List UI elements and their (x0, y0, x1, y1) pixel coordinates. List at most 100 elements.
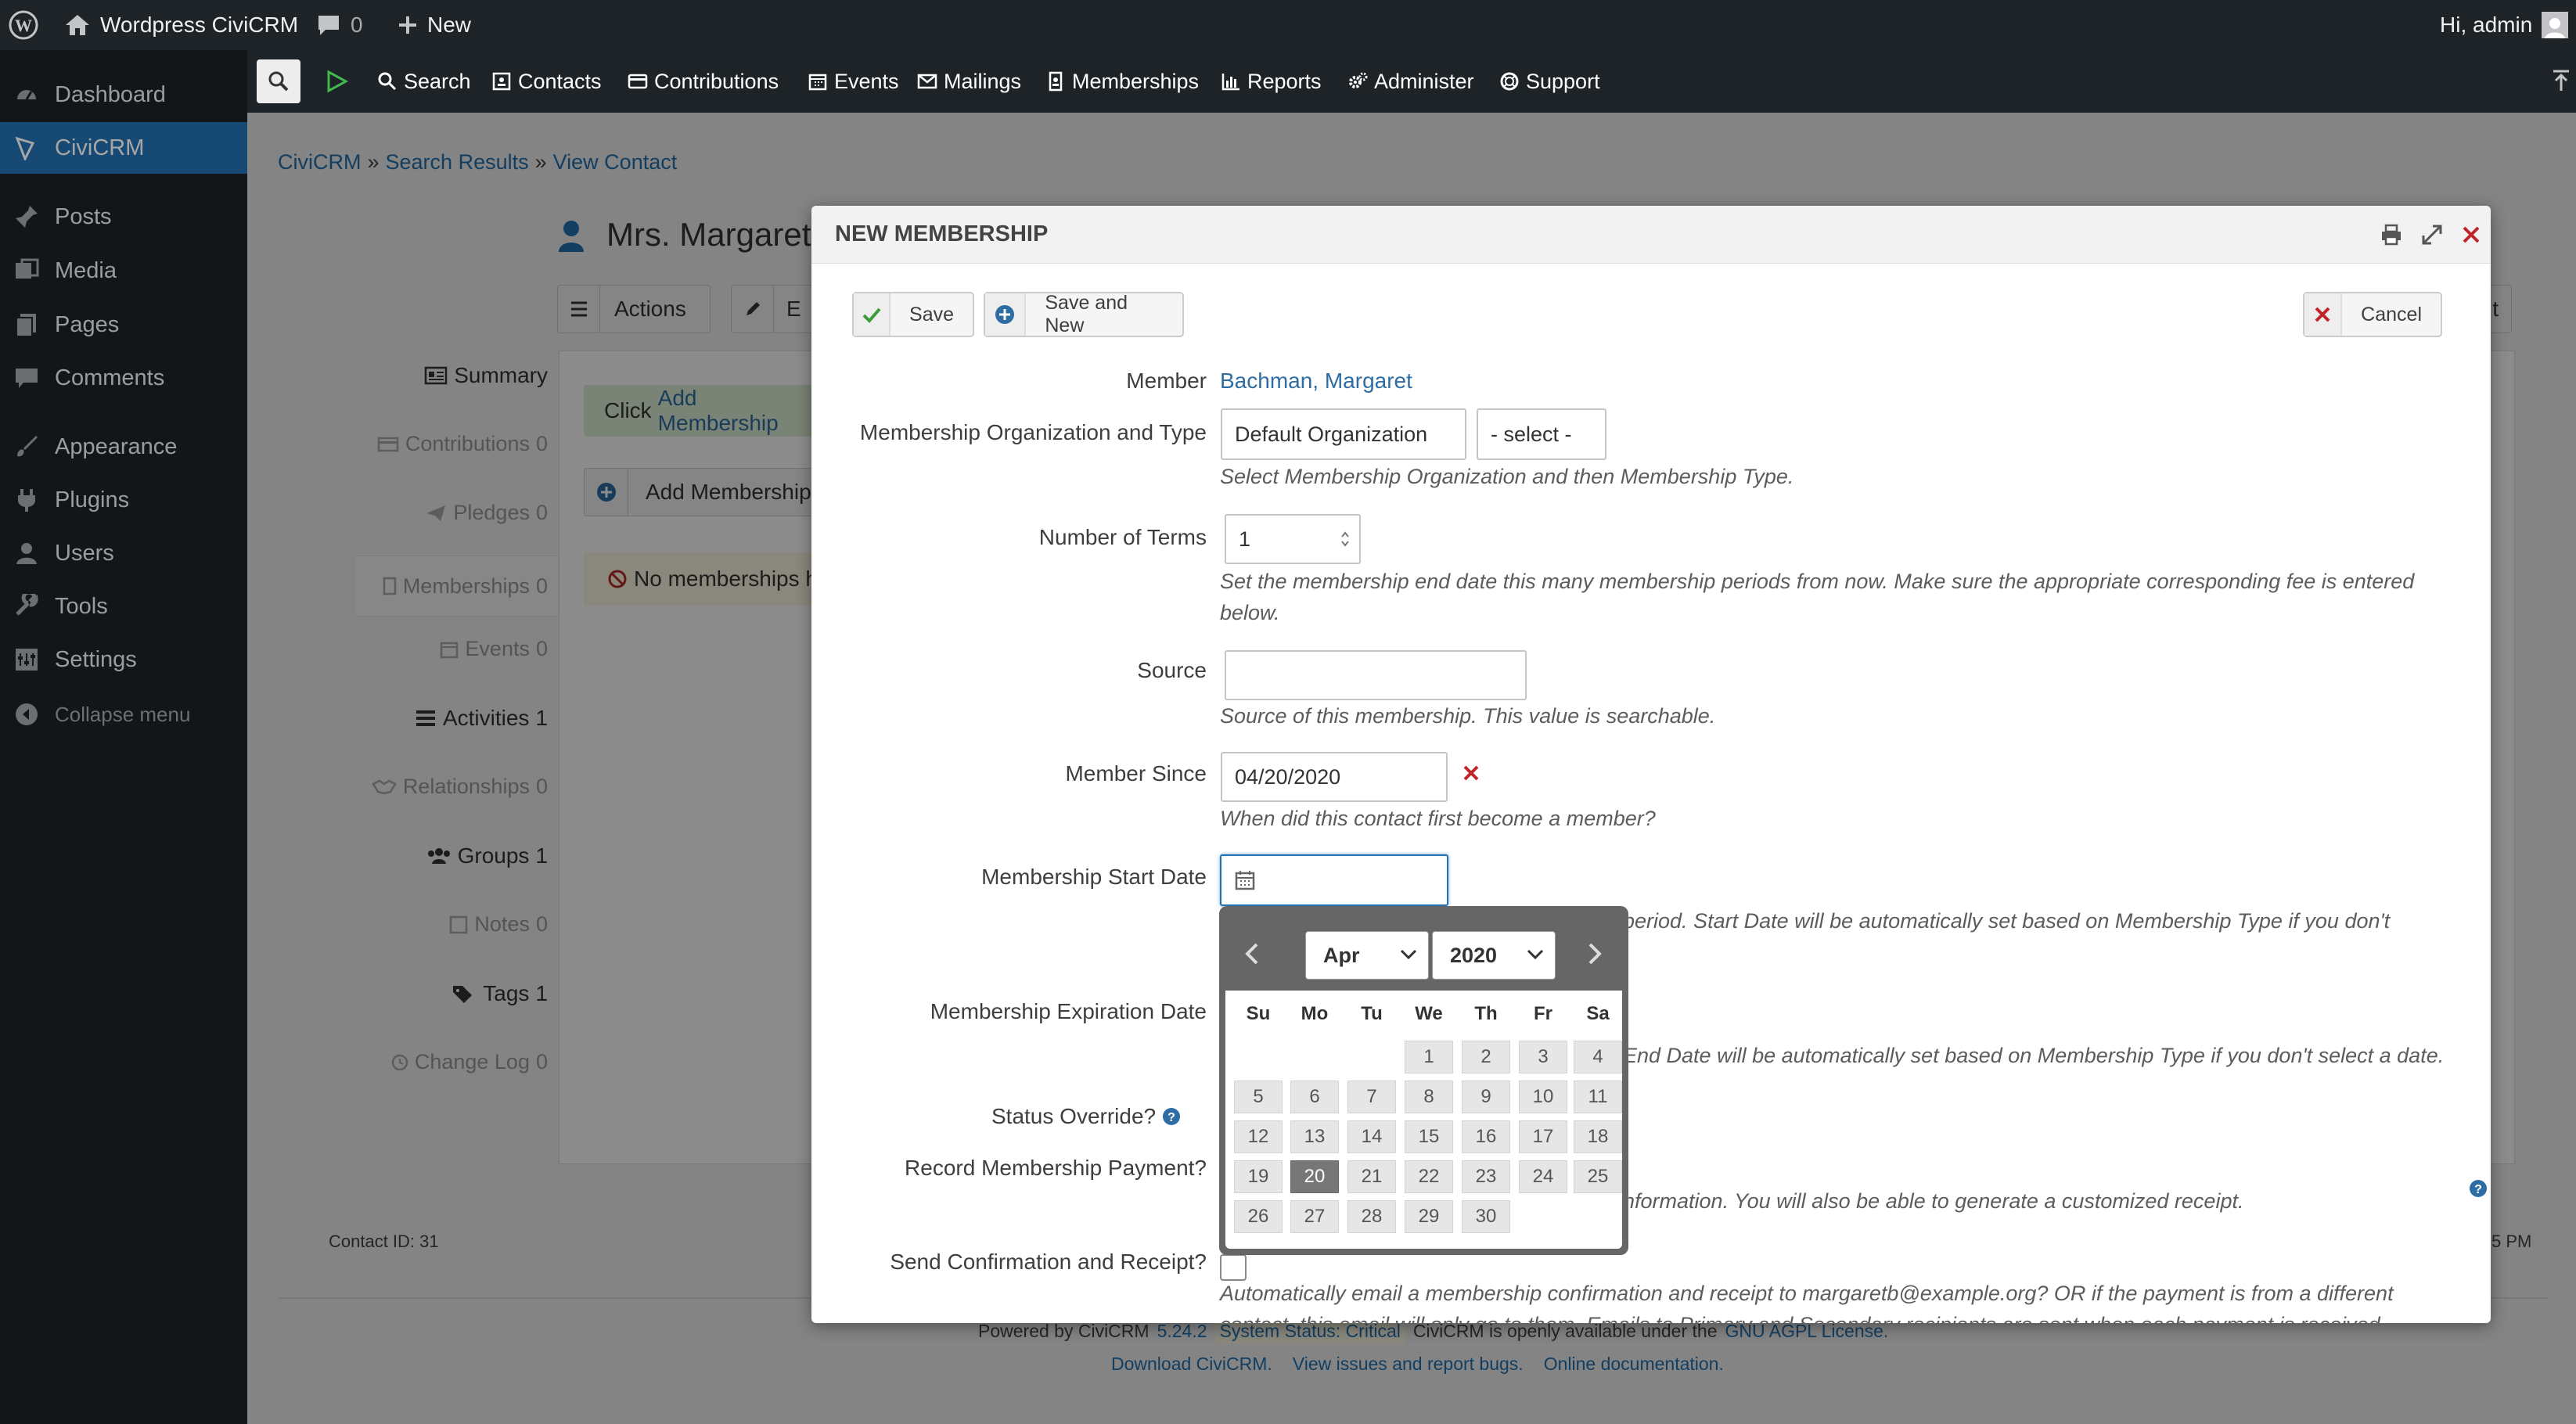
day-cell-selected[interactable]: 20 (1290, 1160, 1339, 1193)
maximize-icon[interactable] (2420, 223, 2444, 246)
day-cell[interactable]: 18 (1574, 1120, 1622, 1153)
help-circle-icon[interactable]: ? (1162, 1107, 1181, 1126)
day-cell[interactable]: 12 (1234, 1120, 1283, 1153)
close-icon[interactable] (2461, 225, 2481, 245)
organization-select[interactable]: Default Organization (1221, 408, 1466, 460)
day-cell[interactable]: 21 (1347, 1160, 1396, 1193)
day-cell[interactable]: 10 (1519, 1081, 1567, 1113)
new-content-link[interactable]: New (398, 0, 471, 50)
day-cell[interactable]: 29 (1405, 1200, 1453, 1233)
my-account-link[interactable]: Hi, admin (2440, 0, 2569, 50)
expiration-help-text: End Date will be automatically set based… (1623, 1044, 2445, 1067)
day-cell[interactable]: 28 (1347, 1200, 1396, 1233)
nav-search[interactable]: Search (377, 50, 471, 113)
stepper-arrows-icon[interactable] (1340, 530, 1350, 548)
member-label: Member (1126, 369, 1207, 393)
day-cell[interactable]: 24 (1519, 1160, 1567, 1193)
start-date-label: Membership Start Date (981, 865, 1207, 889)
day-cell[interactable]: 6 (1290, 1081, 1339, 1113)
nav-support[interactable]: Support (1499, 50, 1600, 113)
day-cell[interactable]: 15 (1405, 1120, 1453, 1153)
prev-month-icon[interactable] (1243, 942, 1261, 966)
send-confirmation-label: Send Confirmation and Receipt? (890, 1250, 1207, 1274)
cogs-icon (1347, 71, 1368, 92)
pin-menu-icon[interactable] (2551, 69, 2571, 92)
cancel-label: Cancel (2361, 303, 2422, 325)
start-date-help-text: period. Start Date will be automatically… (1623, 909, 2391, 933)
nav-label: Mailings (944, 69, 1022, 93)
day-cell[interactable]: 1 (1405, 1041, 1453, 1073)
check-icon (854, 293, 891, 336)
next-month-icon[interactable] (1585, 942, 1604, 966)
day-cell[interactable]: 5 (1234, 1081, 1283, 1113)
day-cell[interactable]: 2 (1462, 1041, 1510, 1073)
site-name-link[interactable]: Wordpress CiviCRM (64, 0, 298, 50)
member-link[interactable]: Bachman, Margaret (1220, 369, 1412, 394)
day-cell[interactable]: 22 (1405, 1160, 1453, 1193)
quicksearch-button[interactable] (257, 59, 300, 103)
nav-contacts[interactable]: Contacts (491, 50, 602, 113)
source-input[interactable] (1225, 650, 1527, 700)
member-since-input[interactable]: 04/20/2020 (1221, 752, 1448, 802)
day-cell[interactable]: 17 (1519, 1120, 1567, 1153)
day-cell[interactable]: 9 (1462, 1081, 1510, 1113)
day-cell[interactable]: 3 (1519, 1041, 1567, 1073)
clear-date-icon[interactable] (1462, 764, 1480, 782)
help-circle-icon[interactable]: ? (2469, 1179, 2488, 1198)
nav-contributions[interactable]: Contributions (628, 50, 779, 113)
weekday-label: Tu (1361, 1003, 1383, 1024)
day-cell[interactable]: 30 (1462, 1200, 1510, 1233)
org-type-label: Membership Organization and Type (859, 420, 1207, 444)
civicrm-home-icon[interactable] (324, 69, 349, 94)
save-and-new-button[interactable]: Save and New (984, 292, 1184, 337)
status-override-field: Status Override? ? (991, 1104, 1181, 1129)
day-cell[interactable]: 26 (1234, 1200, 1283, 1233)
day-cell[interactable]: 8 (1405, 1081, 1453, 1113)
save-button[interactable]: Save (852, 292, 974, 337)
print-icon[interactable] (2380, 223, 2403, 246)
nav-memberships[interactable]: Memberships (1045, 50, 1199, 113)
day-cell[interactable]: 11 (1574, 1081, 1622, 1113)
day-cell[interactable]: 25 (1574, 1160, 1622, 1193)
day-cell[interactable]: 7 (1347, 1081, 1396, 1113)
year-value: 2020 (1450, 943, 1498, 967)
day-cell[interactable]: 19 (1234, 1160, 1283, 1193)
id-badge-icon (1045, 71, 1066, 92)
nav-events[interactable]: Events (808, 50, 899, 113)
day-cell[interactable]: 16 (1462, 1120, 1510, 1153)
nav-mailings[interactable]: Mailings (917, 50, 1021, 113)
member-since-label: Member Since (1065, 761, 1207, 786)
day-cell[interactable]: 27 (1290, 1200, 1339, 1233)
home-icon (64, 13, 91, 37)
nav-administer[interactable]: Administer (1347, 50, 1474, 113)
send-confirmation-checkbox[interactable] (1220, 1254, 1247, 1281)
day-cell[interactable]: 13 (1290, 1120, 1339, 1153)
modal-overlay-sidebar[interactable] (0, 50, 247, 1424)
day-cell[interactable]: 23 (1462, 1160, 1510, 1193)
day-cell[interactable]: 14 (1347, 1120, 1396, 1153)
datepicker: Apr 2020 Su Mo Tu We Th Fr Sa 1 2 3 4 5 6 7 8 9 10 11 12 13… (1219, 906, 1628, 1255)
day-cell[interactable]: 4 (1574, 1041, 1622, 1073)
nav-reports[interactable]: Reports (1221, 50, 1322, 113)
terms-label: Number of Terms (1038, 525, 1207, 549)
datepicker-header: Apr 2020 (1225, 912, 1622, 991)
dialog-title: NEW MEMBERSHIP (835, 221, 1049, 246)
month-select[interactable]: Apr (1305, 931, 1429, 980)
nav-label: Memberships (1072, 69, 1200, 93)
contacts-icon (491, 71, 512, 92)
cancel-button[interactable]: Cancel (2303, 292, 2442, 337)
comments-link[interactable]: 0 (316, 0, 363, 50)
lifebuoy-icon (1499, 71, 1520, 92)
comments-count: 0 (351, 13, 363, 37)
start-date-input[interactable] (1220, 854, 1448, 906)
calendar-icon (1234, 869, 1256, 891)
terms-stepper[interactable]: 1 (1225, 514, 1361, 564)
envelope-icon (917, 71, 937, 92)
year-select[interactable]: 2020 (1432, 931, 1556, 980)
chevron-down-icon (1400, 949, 1417, 960)
new-label: New (427, 13, 472, 37)
wordpress-logo-icon[interactable]: W (8, 0, 39, 50)
svg-text:?: ? (2474, 1183, 2482, 1196)
nav-label: Support (1526, 69, 1600, 93)
membership-type-select[interactable]: - select - (1477, 408, 1606, 460)
